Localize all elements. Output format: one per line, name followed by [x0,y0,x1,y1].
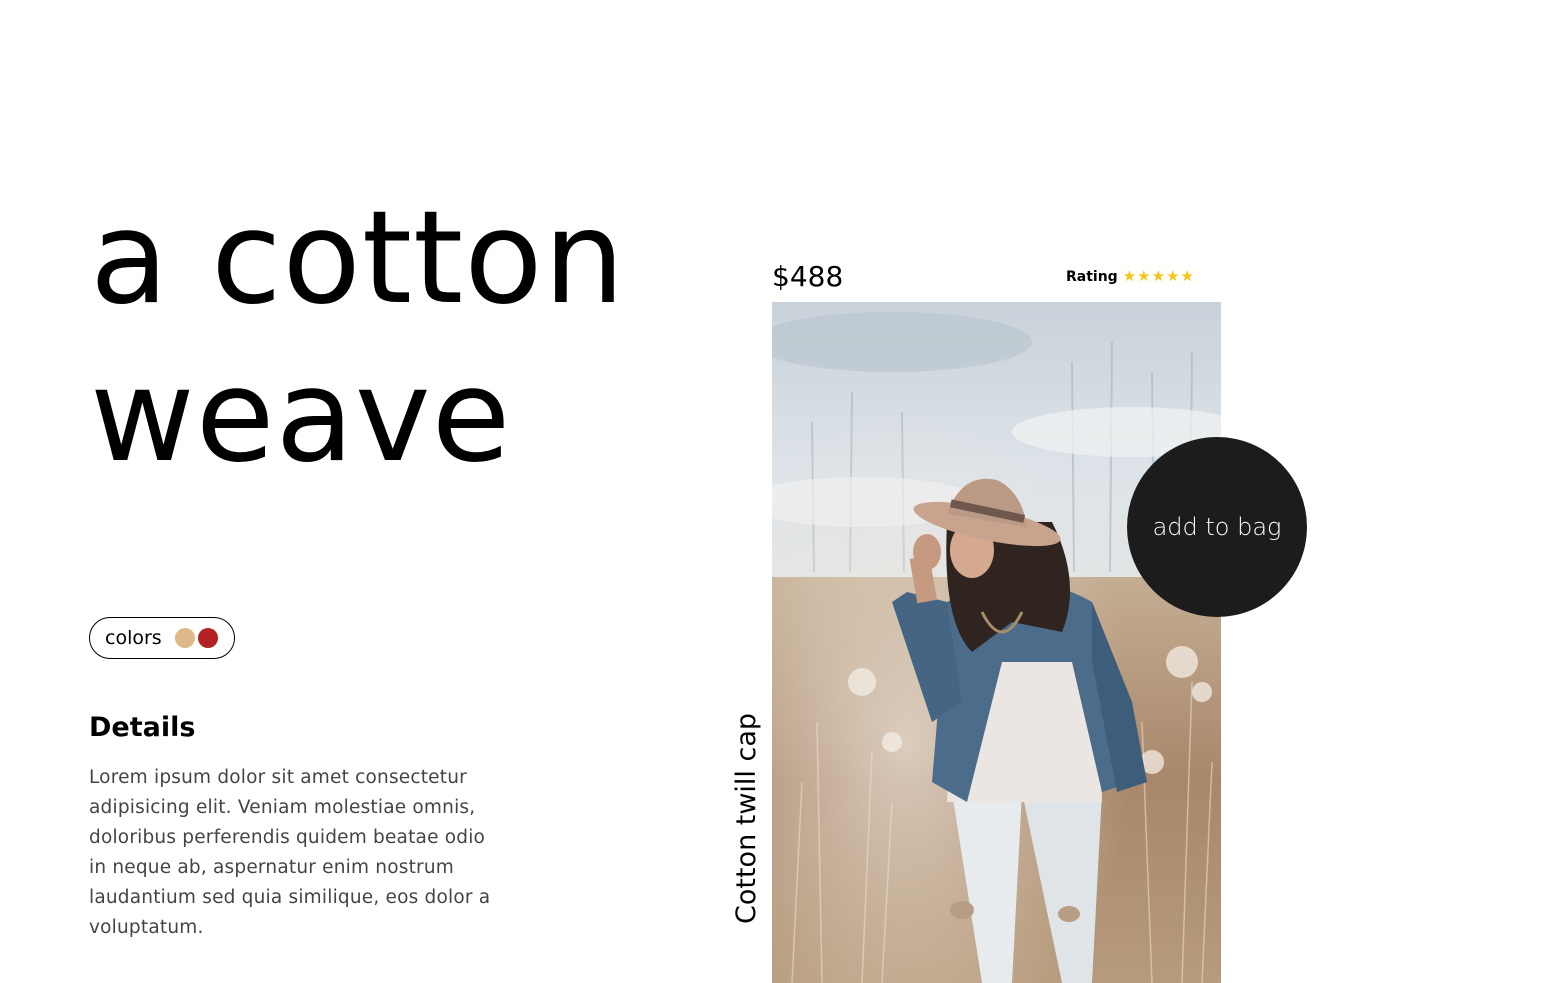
product-name: Cotton twill cap [731,712,762,924]
headline-line-1: a cotton [90,184,626,333]
product-page: a cotton weave colors Details Lorem ipsu… [0,0,1541,983]
color-swatch-tan[interactable] [174,628,195,648]
product-price: $488 [772,260,844,293]
product-headline: a cotton weave [90,180,626,496]
headline-line-2: weave [90,342,512,491]
details-heading: Details [89,712,196,743]
add-to-bag-button[interactable]: add to bag [1127,437,1307,617]
product-photo [772,302,1221,983]
details-description: Lorem ipsum dolor sit amet consectetur a… [89,767,491,938]
colors-selector[interactable]: colors [89,617,235,659]
colors-label: colors [105,627,162,649]
star-icon: ★ [1122,268,1137,285]
rating-stars: ★★★★★ [1122,268,1194,286]
star-icon: ★ [1151,268,1166,285]
product-rating: Rating ★★★★★ [1066,268,1194,286]
rating-label: Rating [1066,269,1118,285]
star-icon: ★ [1137,268,1151,285]
star-icon: ★ [1180,268,1194,285]
model-photo-illustration [772,302,1221,983]
star-icon: ★ [1166,268,1180,285]
color-swatch-red[interactable] [197,628,218,648]
